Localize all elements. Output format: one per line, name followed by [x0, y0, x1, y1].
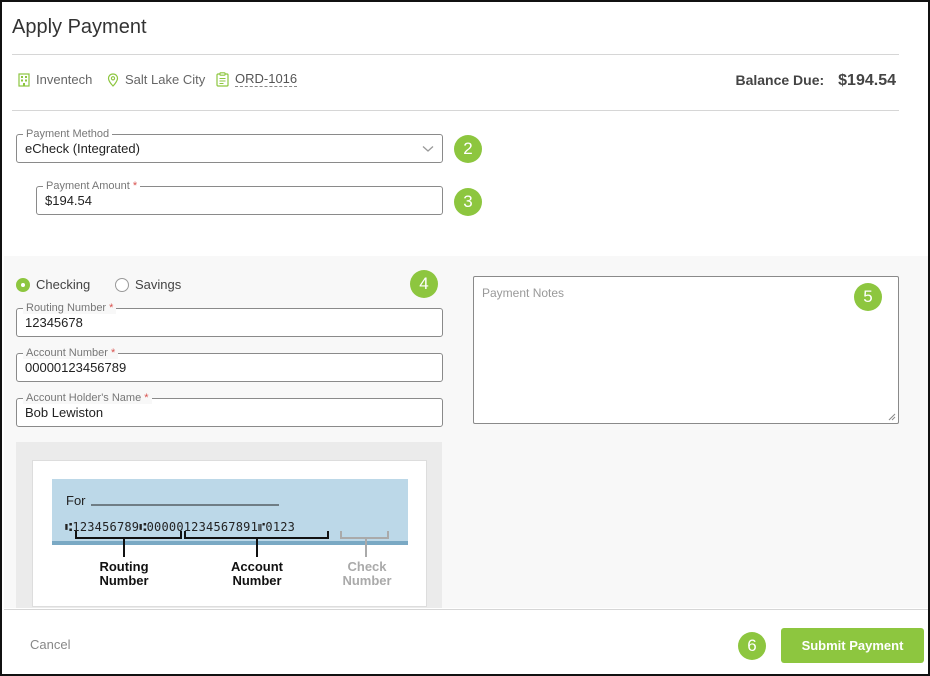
savings-radio[interactable]: Savings — [115, 277, 181, 292]
check-illustration: For ⑆123456789⑆000001234567891⑈0123 Rout… — [32, 460, 427, 607]
routing-caption-line2: Number — [99, 573, 148, 588]
checking-radio[interactable]: Checking — [16, 277, 90, 292]
page-title: Apply Payment — [12, 16, 147, 38]
checking-label: Checking — [36, 277, 91, 292]
balance-amount: $194.54 — [838, 72, 896, 89]
account-number-field[interactable]: Account Number * 00000123456789 — [16, 347, 443, 382]
check-caption-line1: Check — [347, 559, 387, 574]
account-holder-field[interactable]: Account Holder's Name * Bob Lewiston — [16, 392, 443, 427]
payment-method-value: eCheck (Integrated) — [25, 141, 140, 156]
account-caption-line1: Account — [231, 559, 284, 574]
payment-notes-textarea[interactable]: Payment Notes — [473, 276, 899, 424]
order-info[interactable]: ORD-1016 — [216, 72, 298, 87]
payment-method-select[interactable]: Payment Method eCheck (Integrated) — [16, 128, 443, 163]
step-badge: 5 — [854, 283, 882, 311]
balance-label: Balance Due: — [735, 72, 825, 88]
payment-amount-field[interactable]: Payment Amount * $194.54 — [36, 180, 443, 215]
step-badge: 2 — [454, 135, 482, 163]
account-caption-line2: Number — [232, 573, 281, 588]
routing-number-label: Routing Number * — [23, 302, 117, 314]
submit-payment-button[interactable]: Submit Payment — [781, 628, 924, 663]
footer-divider — [4, 609, 928, 610]
account-number-value: 00000123456789 — [25, 360, 127, 375]
order-link[interactable]: ORD-1016 — [235, 72, 298, 87]
check-diagram: For ⑆123456789⑆000001234567891⑈0123 Rout… — [52, 479, 408, 588]
building-icon — [18, 72, 30, 87]
company-info: Inventech — [18, 72, 92, 87]
payment-method-label: Payment Method — [23, 128, 113, 140]
apply-payment-dialog: Apply Payment Inventech Salt Lake City O… — [0, 0, 930, 676]
company-name: Inventech — [36, 72, 93, 87]
routing-number-value: 12345678 — [25, 315, 83, 330]
routing-caption-line1: Routing — [99, 559, 148, 574]
location-info: Salt Lake City — [107, 72, 205, 87]
balance-due: Balance Due: $194.54 — [735, 72, 896, 90]
savings-label: Savings — [135, 277, 182, 292]
resize-grip-icon[interactable] — [888, 413, 896, 421]
step-badge: 6 — [738, 632, 766, 660]
account-holder-value: Bob Lewiston — [25, 405, 104, 420]
payment-amount-value: $194.54 — [45, 193, 92, 208]
check-for-label: For — [66, 493, 86, 508]
account-holder-label: Account Holder's Name * — [23, 392, 152, 404]
map-pin-icon — [107, 72, 119, 87]
payment-notes-placeholder: Payment Notes — [482, 286, 565, 300]
chevron-down-icon[interactable] — [422, 145, 434, 153]
radio-unselected-icon[interactable] — [115, 277, 129, 292]
location-name: Salt Lake City — [125, 72, 206, 87]
step-badge: 4 — [410, 270, 438, 298]
divider — [12, 54, 899, 55]
radio-selected-icon[interactable] — [16, 277, 30, 292]
payment-amount-label: Payment Amount * — [43, 180, 141, 192]
step-badge: 3 — [454, 188, 482, 216]
clipboard-icon — [216, 72, 229, 87]
check-caption-line2: Number — [342, 573, 391, 588]
divider — [12, 110, 899, 111]
cancel-button[interactable]: Cancel — [30, 637, 70, 652]
account-number-label: Account Number * — [23, 347, 119, 359]
routing-number-field[interactable]: Routing Number * 12345678 — [16, 302, 443, 337]
